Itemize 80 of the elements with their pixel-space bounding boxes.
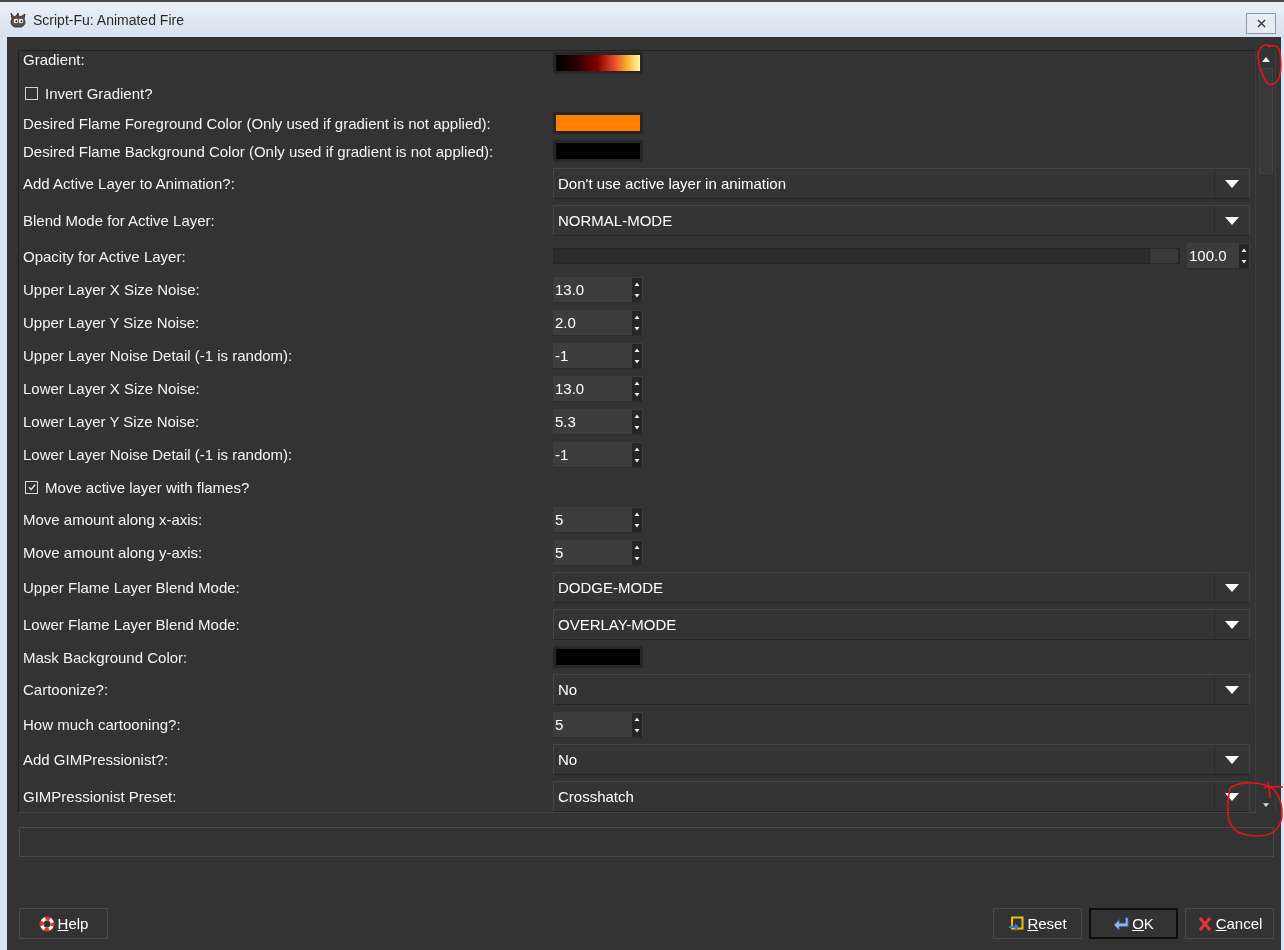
scrollbar[interactable]: [1256, 50, 1276, 813]
number-field[interactable]: -1: [553, 342, 643, 369]
help-button[interactable]: Help: [19, 908, 108, 939]
scroll-down-icon[interactable]: [1262, 803, 1269, 807]
field-label: Upper Flame Layer Blend Mode:: [23, 579, 241, 596]
spin-arrows-icon[interactable]: [632, 712, 642, 737]
field-label: Cartoonize?:: [23, 681, 110, 698]
dropdown[interactable]: No: [553, 744, 1250, 775]
number-field[interactable]: 2.0: [553, 309, 643, 336]
dropdown[interactable]: Crosshatch: [553, 781, 1250, 812]
spin-arrows-icon[interactable]: [632, 442, 642, 467]
color-button[interactable]: [553, 140, 643, 162]
ok-button[interactable]: OK: [1089, 908, 1178, 939]
caret-icon: [1225, 792, 1239, 801]
field-label: Upper Layer Noise Detail (-1 is random):: [23, 347, 294, 364]
close-icon: [1256, 18, 1266, 28]
color-button[interactable]: [553, 646, 643, 668]
field-label: Move amount along x-axis:: [23, 511, 204, 528]
checkbox-label[interactable]: Invert Gradient?: [45, 84, 153, 102]
number-field[interactable]: 100.0: [1187, 243, 1250, 269]
field-label: Add GIMPressionist?:: [23, 751, 170, 768]
cross-icon: [1196, 915, 1213, 932]
field-label: How much cartooning?:: [23, 716, 182, 733]
number-field[interactable]: 13.0: [553, 276, 643, 303]
field-label: Move amount along y-axis:: [23, 544, 204, 561]
field-label: Desired Flame Background Color (Only used if gradient is not applied):: [23, 142, 495, 160]
checkbox[interactable]: [25, 86, 38, 100]
field-label: Upper Layer X Size Noise:: [23, 281, 201, 298]
reset-button[interactable]: Reset: [993, 908, 1082, 939]
field-label: GIMPressionist Preset:: [23, 788, 178, 805]
field-label: Lower Flame Layer Blend Mode:: [23, 616, 241, 633]
field-label: Add Active Layer to Animation?:: [23, 175, 236, 192]
number-field[interactable]: -1: [553, 441, 643, 468]
checkbox[interactable]: [25, 480, 38, 494]
field-label: Lower Layer Y Size Noise:: [23, 413, 201, 430]
spin-arrows-icon[interactable]: [632, 343, 642, 368]
field-label: Opacity for Active Layer:: [23, 247, 187, 265]
spin-arrows-icon[interactable]: [1239, 244, 1249, 268]
slider-thumb[interactable]: [1149, 249, 1179, 263]
dropdown[interactable]: Don't use active layer in animation: [553, 168, 1250, 199]
number-field[interactable]: 5: [553, 506, 643, 533]
mascot-icon: [8, 10, 28, 29]
number-field[interactable]: 5: [553, 711, 643, 738]
spin-arrows-icon[interactable]: [632, 540, 642, 565]
caret-icon: [1225, 179, 1239, 188]
field-label: Gradient:: [23, 51, 86, 68]
field-label: Lower Layer X Size Noise:: [23, 380, 201, 397]
scroll-up-icon[interactable]: [1261, 57, 1270, 62]
dropdown[interactable]: OVERLAY-MODE: [553, 609, 1250, 640]
dropdown[interactable]: No: [553, 674, 1250, 705]
caret-icon: [1225, 583, 1239, 592]
dropdown[interactable]: DODGE-MODE: [553, 572, 1250, 603]
number-field[interactable]: 5: [553, 539, 643, 566]
spin-arrows-icon[interactable]: [632, 409, 642, 434]
caret-icon: [1225, 620, 1239, 629]
slider-track[interactable]: [553, 248, 1180, 264]
checkbox-label[interactable]: Move active layer with flames?: [45, 478, 250, 496]
spin-arrows-icon[interactable]: [632, 376, 642, 401]
scrollbar-thumb[interactable]: [1258, 68, 1273, 174]
spin-arrows-icon[interactable]: [632, 310, 642, 335]
field-label: Mask Background Color:: [23, 648, 189, 666]
window-title: Script-Fu: Animated Fire: [33, 11, 184, 28]
field-label: Upper Layer Y Size Noise:: [23, 314, 201, 331]
color-button[interactable]: [553, 112, 643, 134]
spin-arrows-icon[interactable]: [632, 277, 642, 302]
caret-icon: [1225, 755, 1239, 764]
field-label: Blend Mode for Active Layer:: [23, 212, 216, 229]
cancel-button[interactable]: Cancel: [1185, 908, 1274, 939]
number-field[interactable]: 5.3: [553, 408, 643, 435]
field-label: Desired Flame Foreground Color (Only used if gradient is not applied):: [23, 114, 492, 132]
number-field[interactable]: 13.0: [553, 375, 643, 402]
caret-icon: [1225, 216, 1239, 225]
caret-icon: [1225, 685, 1239, 694]
spin-arrows-icon[interactable]: [632, 507, 642, 532]
return-arrow-icon: [1113, 915, 1130, 932]
field-label: Lower Layer Noise Detail (-1 is random):: [23, 446, 294, 463]
dropdown[interactable]: NORMAL-MODE: [553, 205, 1250, 236]
lifebuoy-icon: [38, 915, 55, 932]
gradient-button[interactable]: [553, 52, 643, 74]
close-button[interactable]: [1246, 12, 1276, 34]
